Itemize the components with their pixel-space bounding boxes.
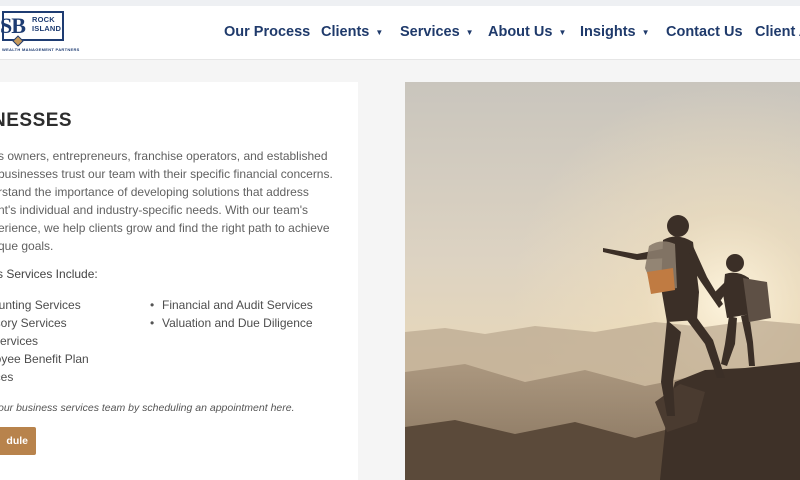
service-item: loyee Benefit Plan (0, 352, 89, 366)
nav-client-access[interactable]: Client A (755, 24, 800, 40)
nav-label: Clients (321, 24, 370, 40)
logo-line-2: ISLAND (32, 24, 62, 33)
nav-label: Insights (580, 24, 636, 40)
services-list-right: • Financial and Audit Services • Valuation… (150, 296, 313, 332)
chevron-down-icon: ▼ (641, 27, 650, 37)
nav-label: Client A (755, 24, 800, 40)
service-item: ices (0, 370, 14, 384)
nav-insights[interactable]: Insights ▼ (580, 24, 650, 40)
logo-tagline: WEALTH MANAGEMENT PARTNERS (2, 47, 80, 52)
paragraph-line: s owners, entrepreneurs, franchise opera… (0, 149, 328, 163)
logo-line-1: ROCK (32, 15, 55, 24)
business-services-card: NESSES s owners, entrepreneurs, franchis… (0, 82, 358, 480)
services-title: s Services Include: (0, 267, 98, 281)
paragraph-line: rstand the importance of developing solu… (0, 185, 309, 199)
service-item: ounting Services (0, 298, 81, 312)
site-logo[interactable]: SB ROCK ISLAND WEALTH MANAGEMENT PARTNER… (0, 6, 79, 52)
section-heading: NESSES (0, 110, 73, 131)
hiking-silhouette-image (405, 82, 800, 480)
nav-label: About Us (488, 24, 553, 40)
services-list-left: ounting Services isory Services Services… (0, 296, 89, 386)
nav-label: Contact Us (666, 24, 743, 40)
schedule-note[interactable]: our business services team by scheduling… (0, 402, 295, 414)
service-item: • Valuation and Due Diligence (150, 314, 313, 332)
paragraph-line: erience, we help clients grow and find t… (0, 221, 330, 235)
nav-about-us[interactable]: About Us ▼ (488, 24, 566, 40)
nav-contact-us[interactable]: Contact Us (666, 24, 743, 40)
chevron-down-icon: ▼ (558, 27, 567, 37)
nav-label: Services (400, 24, 460, 40)
hero-photo (405, 82, 800, 480)
paragraph-line: que goals. (0, 239, 54, 253)
bullet-icon: • (150, 298, 155, 312)
service-item: • Financial and Audit Services (150, 296, 313, 314)
paragraph-line: businesses trust our team with their spe… (0, 167, 333, 181)
chevron-down-icon: ▼ (375, 27, 384, 37)
chevron-down-icon: ▼ (465, 27, 474, 37)
service-item: isory Services (0, 316, 67, 330)
bullet-icon: • (150, 316, 155, 330)
service-item: Services (0, 334, 39, 348)
schedule-button[interactable]: dule (0, 427, 36, 455)
logo-mark-text: SB (0, 13, 26, 38)
intro-paragraph: s owners, entrepreneurs, franchise opera… (0, 147, 338, 255)
nav-clients[interactable]: Clients ▼ (321, 24, 383, 40)
nav-label: Our Process (224, 24, 311, 40)
nav-our-process[interactable]: Our Process (224, 24, 310, 40)
logo-frame: SB ROCK ISLAND (0, 11, 64, 41)
paragraph-line: nt's individual and industry-specific ne… (0, 203, 309, 217)
service-item-label: Valuation and Due Diligence (162, 316, 313, 330)
schedule-button-label: dule (6, 435, 28, 447)
service-item-label: Financial and Audit Services (162, 298, 313, 312)
nav-services[interactable]: Services ▼ (400, 24, 474, 40)
